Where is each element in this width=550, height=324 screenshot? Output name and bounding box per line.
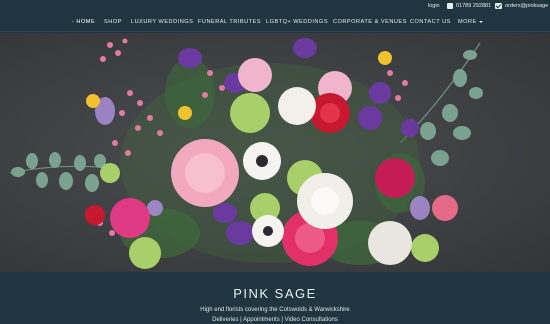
nav-home[interactable]: - HOME: [72, 19, 95, 25]
email-link[interactable]: orders@pinksage: [495, 3, 548, 9]
tagline: High end florists covering the Cotswolds…: [200, 307, 350, 313]
login-label[interactable]: login: [428, 3, 440, 9]
main-navigation: - HOME SHOP LUXURY WEDDINGS FUNERAL TRIB…: [0, 14, 550, 32]
nav-shop[interactable]: SHOP: [104, 19, 122, 25]
brand-title: PINK SAGE: [233, 286, 317, 301]
nav-more-label[interactable]: MORE: [458, 19, 477, 25]
email-icon: [495, 3, 502, 9]
top-bar: login 01789 292881 orders@pinksage: [0, 0, 550, 14]
hero-caption: PINK SAGE High end florists covering the…: [0, 272, 550, 324]
email-address[interactable]: orders@pinksage: [505, 3, 548, 9]
nav-contact-us[interactable]: CONTACT US: [410, 19, 451, 25]
chevron-down-icon: [478, 20, 483, 23]
nav-lgbtq-weddings[interactable]: LGBTQ+ WEDDINGS: [266, 19, 328, 25]
phone-number[interactable]: 01789 292881: [456, 3, 491, 9]
nav-more[interactable]: MORE: [458, 19, 483, 25]
hero-image: [0, 33, 550, 272]
services-links: Deliveries | Appointments | Video Consul…: [212, 317, 338, 323]
login-link[interactable]: login: [428, 3, 440, 9]
phone-link[interactable]: 01789 292881: [447, 3, 491, 9]
nav-corporate-venues[interactable]: CORPORATE & VENUES: [333, 19, 407, 25]
nav-funeral-tributes[interactable]: FUNERAL TRIBUTES: [198, 19, 261, 25]
phone-icon: [447, 3, 453, 9]
bouquet-illustration: [9, 38, 483, 269]
nav-luxury-weddings[interactable]: LUXURY WEDDINGS: [131, 19, 193, 25]
